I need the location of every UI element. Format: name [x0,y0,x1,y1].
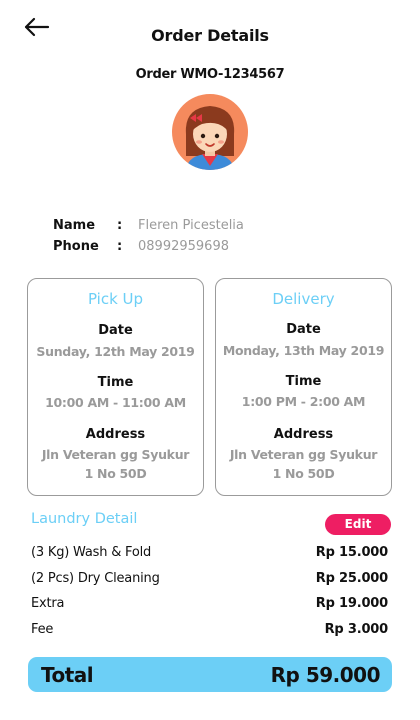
list-item: (3 Kg) Wash & Fold Rp 15.000 [31,540,388,566]
item-name: (2 Pcs) Dry Cleaning [31,570,160,586]
phone-row: Phone : 08992959698 [53,236,244,257]
delivery-card: Delivery Date Monday, 13th May 2019 Time… [215,278,392,496]
name-row: Name : Fleren Picestelia [53,215,244,236]
pickup-address-label: Address [85,427,146,442]
delivery-date-value: Monday, 13th May 2019 [222,343,385,358]
list-item: Extra Rp 19.000 [31,591,388,617]
delivery-date-label: Date [286,322,321,337]
phone-value: 08992959698 [138,239,229,254]
pickup-time-value: 10:00 AM - 11:00 AM [45,395,186,410]
delivery-time-label: Time [285,374,322,389]
laundry-items: (3 Kg) Wash & Fold Rp 15.000 (2 Pcs) Dry… [31,540,388,642]
item-price: Rp 3.000 [324,621,389,637]
total-bar: Total Rp 59.000 [28,657,392,692]
edit-button[interactable]: Edit [325,514,391,535]
pickup-time-label: Time [97,375,134,390]
delivery-title: Delivery [272,290,335,308]
pickup-title: Pick Up [87,290,144,308]
pickup-date-value: Sunday, 12th May 2019 [36,344,195,359]
item-price: Rp 19.000 [315,596,388,612]
name-value: Fleren Picestelia [138,218,244,233]
phone-label: Phone [53,239,99,254]
list-item: (2 Pcs) Dry Cleaning Rp 25.000 [31,566,388,592]
delivery-address-line1: Jln Veteran gg Syukur [229,447,378,462]
item-price: Rp 15.000 [315,545,388,561]
name-label: Name [53,218,96,233]
pickup-card: Pick Up Date Sunday, 12th May 2019 Time … [27,278,204,496]
laundry-detail-title: Laundry Detail [31,511,138,527]
pickup-date-label: Date [98,323,133,338]
total-label: Total [41,662,94,687]
total-value: Rp 59.000 [270,662,381,687]
delivery-address-label: Address [273,427,334,442]
list-item: Fee Rp 3.000 [31,617,388,643]
colon: : [117,218,123,233]
pickup-address-line1: Jln Veteran gg Syukur [41,447,190,462]
order-id: Order WMO-1234567 [135,67,285,82]
item-name: Fee [31,621,54,637]
customer-info: Name : Fleren Picestelia Phone : 0899295… [53,215,244,257]
delivery-address-line2: 1 No 50D [272,466,335,481]
header: Order Details [0,0,420,64]
item-name: (3 Kg) Wash & Fold [31,545,152,561]
avatar [172,94,248,170]
delivery-time-value: 1:00 PM - 2:00 AM [241,394,366,409]
colon: : [117,239,123,254]
pickup-address-line2: 1 No 50D [84,466,147,481]
item-price: Rp 25.000 [315,570,388,586]
page-title: Order Details [151,26,269,45]
item-name: Extra [31,596,65,612]
